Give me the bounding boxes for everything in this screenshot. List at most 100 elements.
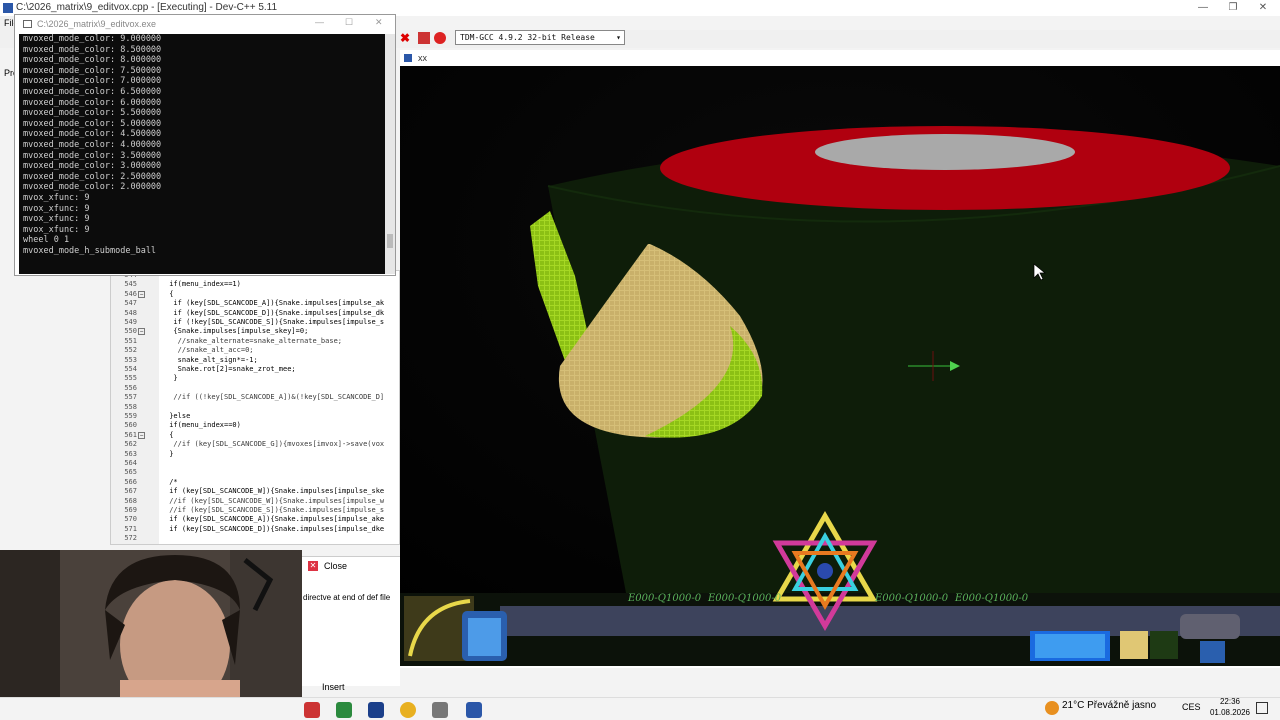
code-line[interactable]: 565 <box>111 468 399 477</box>
code-line[interactable]: 563 } <box>111 450 399 459</box>
language-indicator[interactable]: CES <box>1182 702 1201 712</box>
taskbar-app-icon[interactable] <box>304 702 320 718</box>
code-text: Snake.rot[2]=snake_zrot_mee; <box>165 365 296 373</box>
code-line[interactable]: 553 snake_alt_sign*=-1; <box>111 356 399 365</box>
code-text: //snake_alt_acc=0; <box>165 346 254 355</box>
code-text: if (key[SDL_SCANCODE_D]){Snake.impulses[… <box>165 308 385 317</box>
clock-date[interactable]: 01.08.2026 <box>1206 708 1254 717</box>
code-line[interactable]: 548 if (key[SDL_SCANCODE_D]){Snake.impul… <box>111 309 399 318</box>
compiler-log-panel <box>300 556 400 686</box>
code-line[interactable]: 551 //snake_alternate=snake_alternate_ba… <box>111 337 399 346</box>
console-minimize-button[interactable]: — <box>315 17 324 27</box>
code-line[interactable]: 570 if (key[SDL_SCANCODE_A]){Snake.impul… <box>111 515 399 524</box>
code-line[interactable]: 559 }else <box>111 412 399 421</box>
code-text: if(menu_index==0) <box>165 421 241 430</box>
code-line[interactable]: 556 <box>111 384 399 393</box>
fold-toggle-icon[interactable]: − <box>138 290 145 298</box>
code-line[interactable]: 546− { <box>111 290 399 299</box>
fold-toggle-icon[interactable]: − <box>138 431 145 439</box>
code-line[interactable]: 572 <box>111 534 399 543</box>
close-button[interactable]: Close <box>304 558 400 574</box>
chrome-icon[interactable] <box>400 702 416 718</box>
weather-text[interactable]: 21°C Převážně jasno <box>1062 700 1156 711</box>
chart-icon[interactable] <box>418 32 430 44</box>
minimize-button[interactable]: — <box>1188 0 1218 16</box>
taskbar-app-icon[interactable] <box>368 702 384 718</box>
code-text: }else <box>165 412 191 420</box>
code-line[interactable]: 564 <box>111 459 399 468</box>
hud-readout-1: E000-Q1000-0 <box>628 593 702 604</box>
console-maximize-button[interactable]: ☐ <box>345 17 353 28</box>
code-text: if (key[SDL_SCANCODE_A]){Snake.impulses[… <box>165 515 385 524</box>
compiler-select[interactable]: TDM-GCC 4.9.2 32-bit Release ▾ <box>455 30 625 45</box>
code-line[interactable]: 550− {Snake.impulses[impulse_skey]=0; <box>111 327 399 336</box>
console-app-icon <box>23 20 32 28</box>
code-text: //if (key[SDL_SCANCODE_W]){Snake.impulse… <box>165 496 385 505</box>
console-scrollbar[interactable] <box>385 34 395 274</box>
code-line[interactable]: 557 //if ((!key[SDL_SCANCODE_A])&(!key[S… <box>111 393 399 402</box>
code-text: /* <box>165 477 178 486</box>
console-line: mvoxed_mode_h_submode_ball <box>23 246 157 256</box>
line-number: 562 <box>124 440 137 449</box>
code-line[interactable]: 547 if (key[SDL_SCANCODE_A]){Snake.impul… <box>111 299 399 308</box>
restore-button[interactable]: ❐ <box>1218 0 1248 16</box>
weather-icon[interactable] <box>1045 701 1059 715</box>
clock-time[interactable]: 22:36 <box>1206 697 1254 706</box>
line-number: 556 <box>124 383 137 392</box>
code-text: if (!key[SDL_SCANCODE_S]){Snake.impulses… <box>165 318 385 326</box>
line-number: 563 <box>124 449 137 458</box>
console-line: mvox_xfunc: 9 <box>23 214 90 225</box>
line-number: 547 <box>124 299 137 308</box>
code-line[interactable]: 568 //if (key[SDL_SCANCODE_W]){Snake.imp… <box>111 497 399 506</box>
console-window: C:\2026_matrix\9_editvox.exe — ☐ ✕ mvoxe… <box>14 14 396 276</box>
line-number: 566 <box>124 477 137 486</box>
code-line[interactable]: 562 //if (key[SDL_SCANCODE_G]){mvoxes[im… <box>111 440 399 449</box>
debug-icon[interactable] <box>434 32 446 44</box>
code-line[interactable]: 552 //snake_alt_acc=0; <box>111 346 399 355</box>
webcam-image <box>0 550 302 698</box>
code-line[interactable]: 554 Snake.rot[2]=snake_zrot_mee; <box>111 365 399 374</box>
window-close-button[interactable]: ✕ <box>1248 0 1278 16</box>
line-number: 560 <box>124 421 137 430</box>
console-line: mvoxed_mode_color: 4.000000 <box>23 140 162 150</box>
code-line[interactable]: 569 //if (key[SDL_SCANCODE_S]){Snake.imp… <box>111 506 399 515</box>
console-line: mvoxed_mode_color: 7.000000 <box>23 76 162 87</box>
stop-execution-icon[interactable]: ✖ <box>400 32 412 44</box>
line-number: 570 <box>124 515 137 524</box>
code-line[interactable]: 566 /* <box>111 478 399 487</box>
code-line[interactable]: 571 if (key[SDL_SCANCODE_D]){Snake.impul… <box>111 525 399 534</box>
taskbar-app-icon[interactable] <box>466 702 482 718</box>
taskbar-app-icon[interactable] <box>336 702 352 718</box>
game-viewport[interactable]: E000-Q1000-0 E000-Q1000-0 E000-Q1000-0 E… <box>400 66 1280 666</box>
code-line[interactable]: 549 if (!key[SDL_SCANCODE_S]){Snake.impu… <box>111 318 399 327</box>
code-line[interactable]: 560 if(menu_index==0) <box>111 421 399 430</box>
code-line[interactable]: 561− { <box>111 431 399 440</box>
line-number: 568 <box>124 496 137 505</box>
notification-icon[interactable] <box>1256 702 1268 714</box>
line-number: 557 <box>124 393 137 402</box>
console-close-button[interactable]: ✕ <box>375 17 383 28</box>
console-title: C:\2026_matrix\9_editvox.exe <box>37 19 157 29</box>
line-number: 565 <box>124 468 137 477</box>
code-text: } <box>165 449 174 458</box>
line-number: 554 <box>124 365 137 373</box>
line-number: 545 <box>124 280 137 289</box>
hud-readout-3: E000-Q1000-0 <box>875 593 949 604</box>
console-line: mvoxed_mode_color: 6.000000 <box>23 97 162 108</box>
line-number: 550 <box>124 327 137 336</box>
line-number: 572 <box>124 534 137 543</box>
code-line[interactable]: 567 if (key[SDL_SCANCODE_W]){Snake.impul… <box>111 487 399 496</box>
code-text: {Snake.impulses[impulse_skey]=0; <box>165 327 309 336</box>
console-scroll-thumb[interactable] <box>387 234 393 248</box>
line-number: 546 <box>124 289 137 298</box>
chevron-down-icon: ▾ <box>616 33 621 42</box>
compiler-select-value: TDM-GCC 4.9.2 32-bit Release <box>460 33 595 42</box>
taskbar-app-icon[interactable] <box>432 702 448 718</box>
code-line[interactable]: 558 <box>111 403 399 412</box>
code-line[interactable]: 545 if(menu_index==1) <box>111 280 399 289</box>
fold-toggle-icon[interactable]: − <box>138 328 145 336</box>
code-editor[interactable]: 544545 if(menu_index==1)546− {547 if (ke… <box>110 270 400 545</box>
code-text: //if (key[SDL_SCANCODE_G]){mvoxes[imvox]… <box>165 440 385 449</box>
devcpp-app-icon <box>3 3 13 13</box>
code-line[interactable]: 555 } <box>111 374 399 383</box>
